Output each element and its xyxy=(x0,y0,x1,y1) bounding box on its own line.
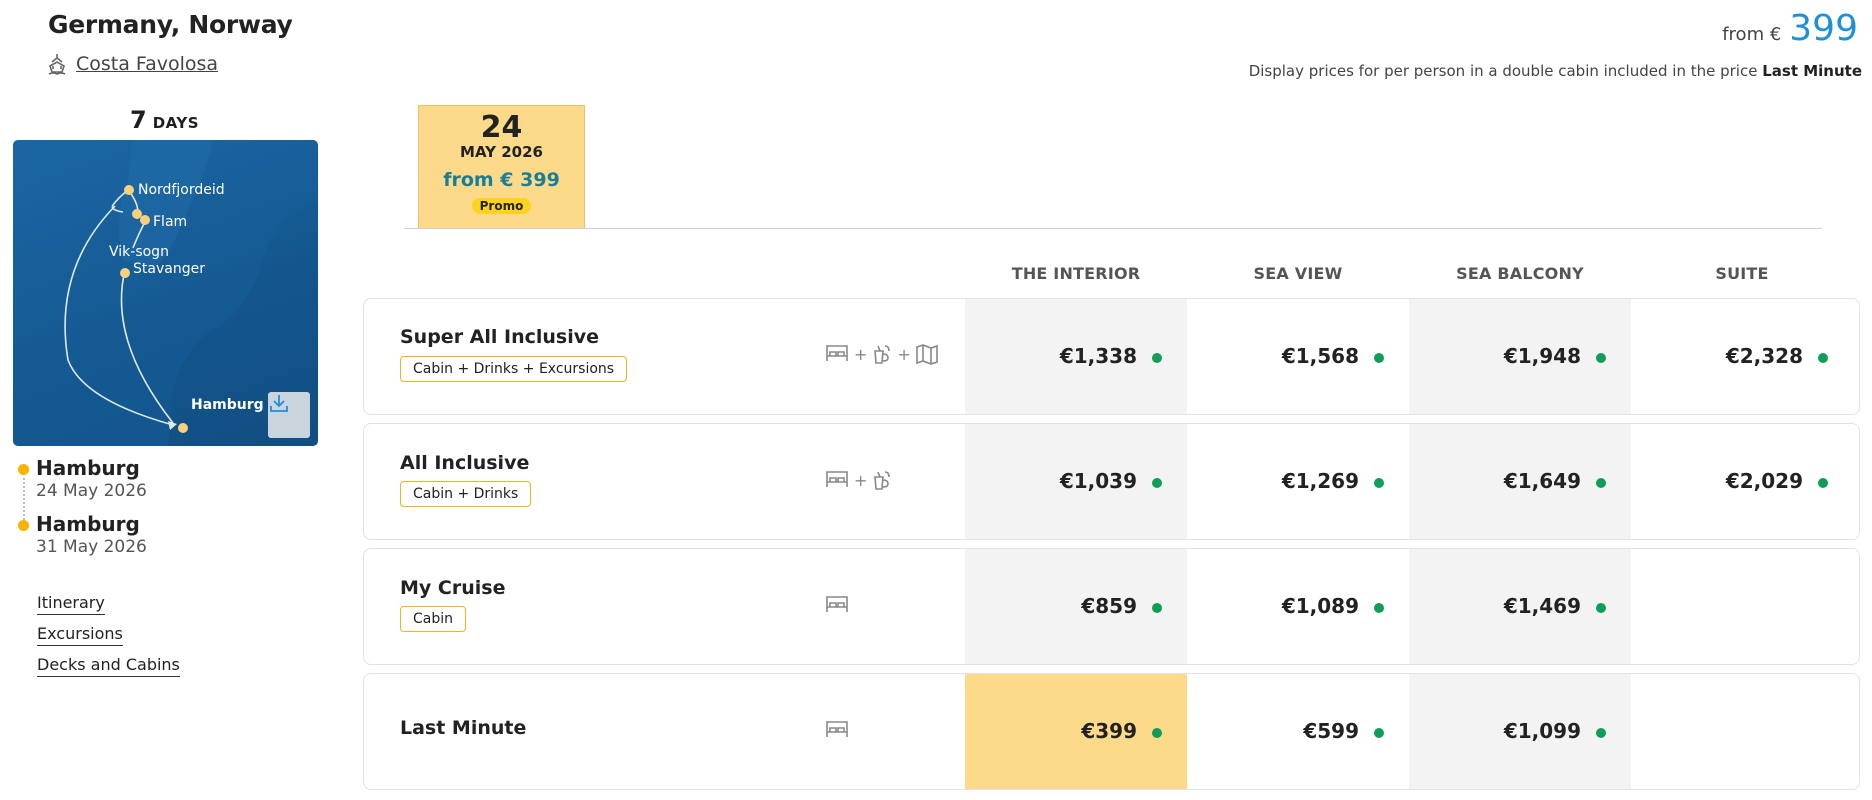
stop-dot-start xyxy=(18,464,29,475)
download-icon xyxy=(270,395,288,412)
available-dot xyxy=(1374,353,1384,363)
price-note-bold: Last Minute xyxy=(1762,62,1862,80)
available-dot xyxy=(1818,353,1828,363)
price-suite[interactable]: €2,328 xyxy=(1631,344,1853,368)
available-dot xyxy=(1374,728,1384,738)
package-tag: Cabin + Drinks xyxy=(400,481,532,507)
stop-connector xyxy=(23,478,25,520)
package-icons xyxy=(824,594,850,616)
map-label-stavanger: Stavanger xyxy=(133,261,205,277)
package-row-all-inclusive: All Inclusive Cabin + Drinks + €1,039 €1… xyxy=(363,423,1860,540)
price-sea-balcony[interactable]: €1,948 xyxy=(1409,344,1631,368)
stop-port: Hamburg xyxy=(36,512,140,536)
drinks-icon xyxy=(874,345,891,364)
bed-icon xyxy=(826,721,848,737)
download-map-button[interactable] xyxy=(268,392,310,438)
map-label-flam: Flam xyxy=(153,214,188,230)
available-dot xyxy=(1596,478,1606,488)
stop-departure: Hamburg 24 May 2026 xyxy=(36,456,147,501)
ship-link[interactable]: Costa Favolosa xyxy=(46,52,218,76)
column-header-interior: THE INTERIOR xyxy=(1011,264,1141,283)
decks-and-cabins-link[interactable]: Decks and Cabins xyxy=(37,655,180,677)
map-label-hamburg: Hamburg xyxy=(191,397,264,413)
package-name: My Cruise xyxy=(400,577,506,599)
plus-icon: + xyxy=(854,470,868,490)
package-name: Super All Inclusive xyxy=(400,326,600,348)
from-label: from € xyxy=(1722,24,1782,45)
package-row-super-all-inclusive: Super All Inclusive Cabin + Drinks + Exc… xyxy=(363,298,1860,415)
price-interior[interactable]: €859 xyxy=(965,594,1187,618)
stop-port: Hamburg xyxy=(36,456,140,480)
drinks-icon xyxy=(874,471,891,490)
price-note: Display prices for per person in a doubl… xyxy=(1249,62,1862,80)
bed-icon xyxy=(826,596,848,612)
available-dot xyxy=(1152,603,1162,613)
plus-icon: + xyxy=(897,344,911,364)
price-suite[interactable]: €2,029 xyxy=(1631,469,1853,493)
available-dot xyxy=(1596,728,1606,738)
price-interior[interactable]: €399 xyxy=(965,719,1187,743)
page-title: Germany, Norway xyxy=(48,10,293,39)
available-dot xyxy=(1152,728,1162,738)
price-sea-balcony[interactable]: €1,099 xyxy=(1409,719,1631,743)
plus-icon: + xyxy=(854,344,868,364)
price-note-text: Display prices for per person in a doubl… xyxy=(1248,62,1758,80)
package-tag: Cabin + Drinks + Excursions xyxy=(400,356,628,382)
available-dot xyxy=(1596,603,1606,613)
duration-label: DAYS xyxy=(152,114,199,132)
bed-icon xyxy=(826,345,848,361)
available-dot xyxy=(1152,478,1162,488)
price-sea-view[interactable]: €599 xyxy=(1187,719,1409,743)
stop-date: 31 May 2026 xyxy=(36,537,147,557)
date-tab-month: MAY 2026 xyxy=(460,143,543,161)
package-icons: + + xyxy=(824,343,939,365)
column-header-sea-view: SEA VIEW xyxy=(1253,264,1343,283)
date-tab-price: from € 399 xyxy=(443,169,560,191)
itinerary-link[interactable]: Itinerary xyxy=(37,593,105,615)
stop-dot-end xyxy=(18,520,29,531)
promo-badge: Promo xyxy=(471,198,532,214)
duration-number: 7 xyxy=(130,106,147,134)
price-interior[interactable]: €1,039 xyxy=(965,469,1187,493)
tab-divider xyxy=(404,228,1822,229)
map-icon xyxy=(916,344,938,365)
date-tab-selected[interactable]: 24 MAY 2026 from € 399 Promo xyxy=(418,105,585,229)
from-amount: 399 xyxy=(1789,8,1858,49)
package-name: Last Minute xyxy=(400,717,527,739)
package-icons: + xyxy=(824,469,893,491)
route-map[interactable]: Nordfjordeid Flam Vik-sogn Stavanger Ham… xyxy=(13,140,318,446)
from-price: from € 399 xyxy=(1722,8,1858,49)
price-sea-balcony[interactable]: €1,469 xyxy=(1409,594,1631,618)
column-header-sea-balcony: SEA BALCONY xyxy=(1456,264,1584,283)
price-sea-view[interactable]: €1,269 xyxy=(1187,469,1409,493)
price-interior[interactable]: €1,338 xyxy=(965,344,1187,368)
package-tag: Cabin xyxy=(400,606,467,632)
price-sea-view[interactable]: €1,089 xyxy=(1187,594,1409,618)
stop-arrival: Hamburg 31 May 2026 xyxy=(36,512,147,557)
price-sea-balcony[interactable]: €1,649 xyxy=(1409,469,1631,493)
available-dot xyxy=(1374,478,1384,488)
stop-date: 24 May 2026 xyxy=(36,481,147,501)
ship-name: Costa Favolosa xyxy=(76,53,219,75)
map-label-vik-sogn: Vik-sogn xyxy=(109,244,169,260)
available-dot xyxy=(1818,478,1828,488)
map-label-nordfjordeid: Nordfjordeid xyxy=(138,182,225,198)
package-row-my-cruise: My Cruise Cabin €859 €1,089 €1,469 xyxy=(363,548,1860,665)
package-icons xyxy=(824,719,850,741)
available-dot xyxy=(1374,603,1384,613)
package-row-last-minute: Last Minute €399 €599 €1,099 xyxy=(363,673,1860,790)
ship-icon xyxy=(48,54,66,75)
duration: 7 DAYS xyxy=(130,106,199,134)
price-sea-view[interactable]: €1,568 xyxy=(1187,344,1409,368)
date-tab-day: 24 xyxy=(480,110,523,145)
package-name: All Inclusive xyxy=(400,452,530,474)
available-dot xyxy=(1152,353,1162,363)
column-header-suite: SUITE xyxy=(1715,264,1769,283)
available-dot xyxy=(1596,353,1606,363)
excursions-link[interactable]: Excursions xyxy=(37,624,123,646)
bed-icon xyxy=(826,471,848,487)
